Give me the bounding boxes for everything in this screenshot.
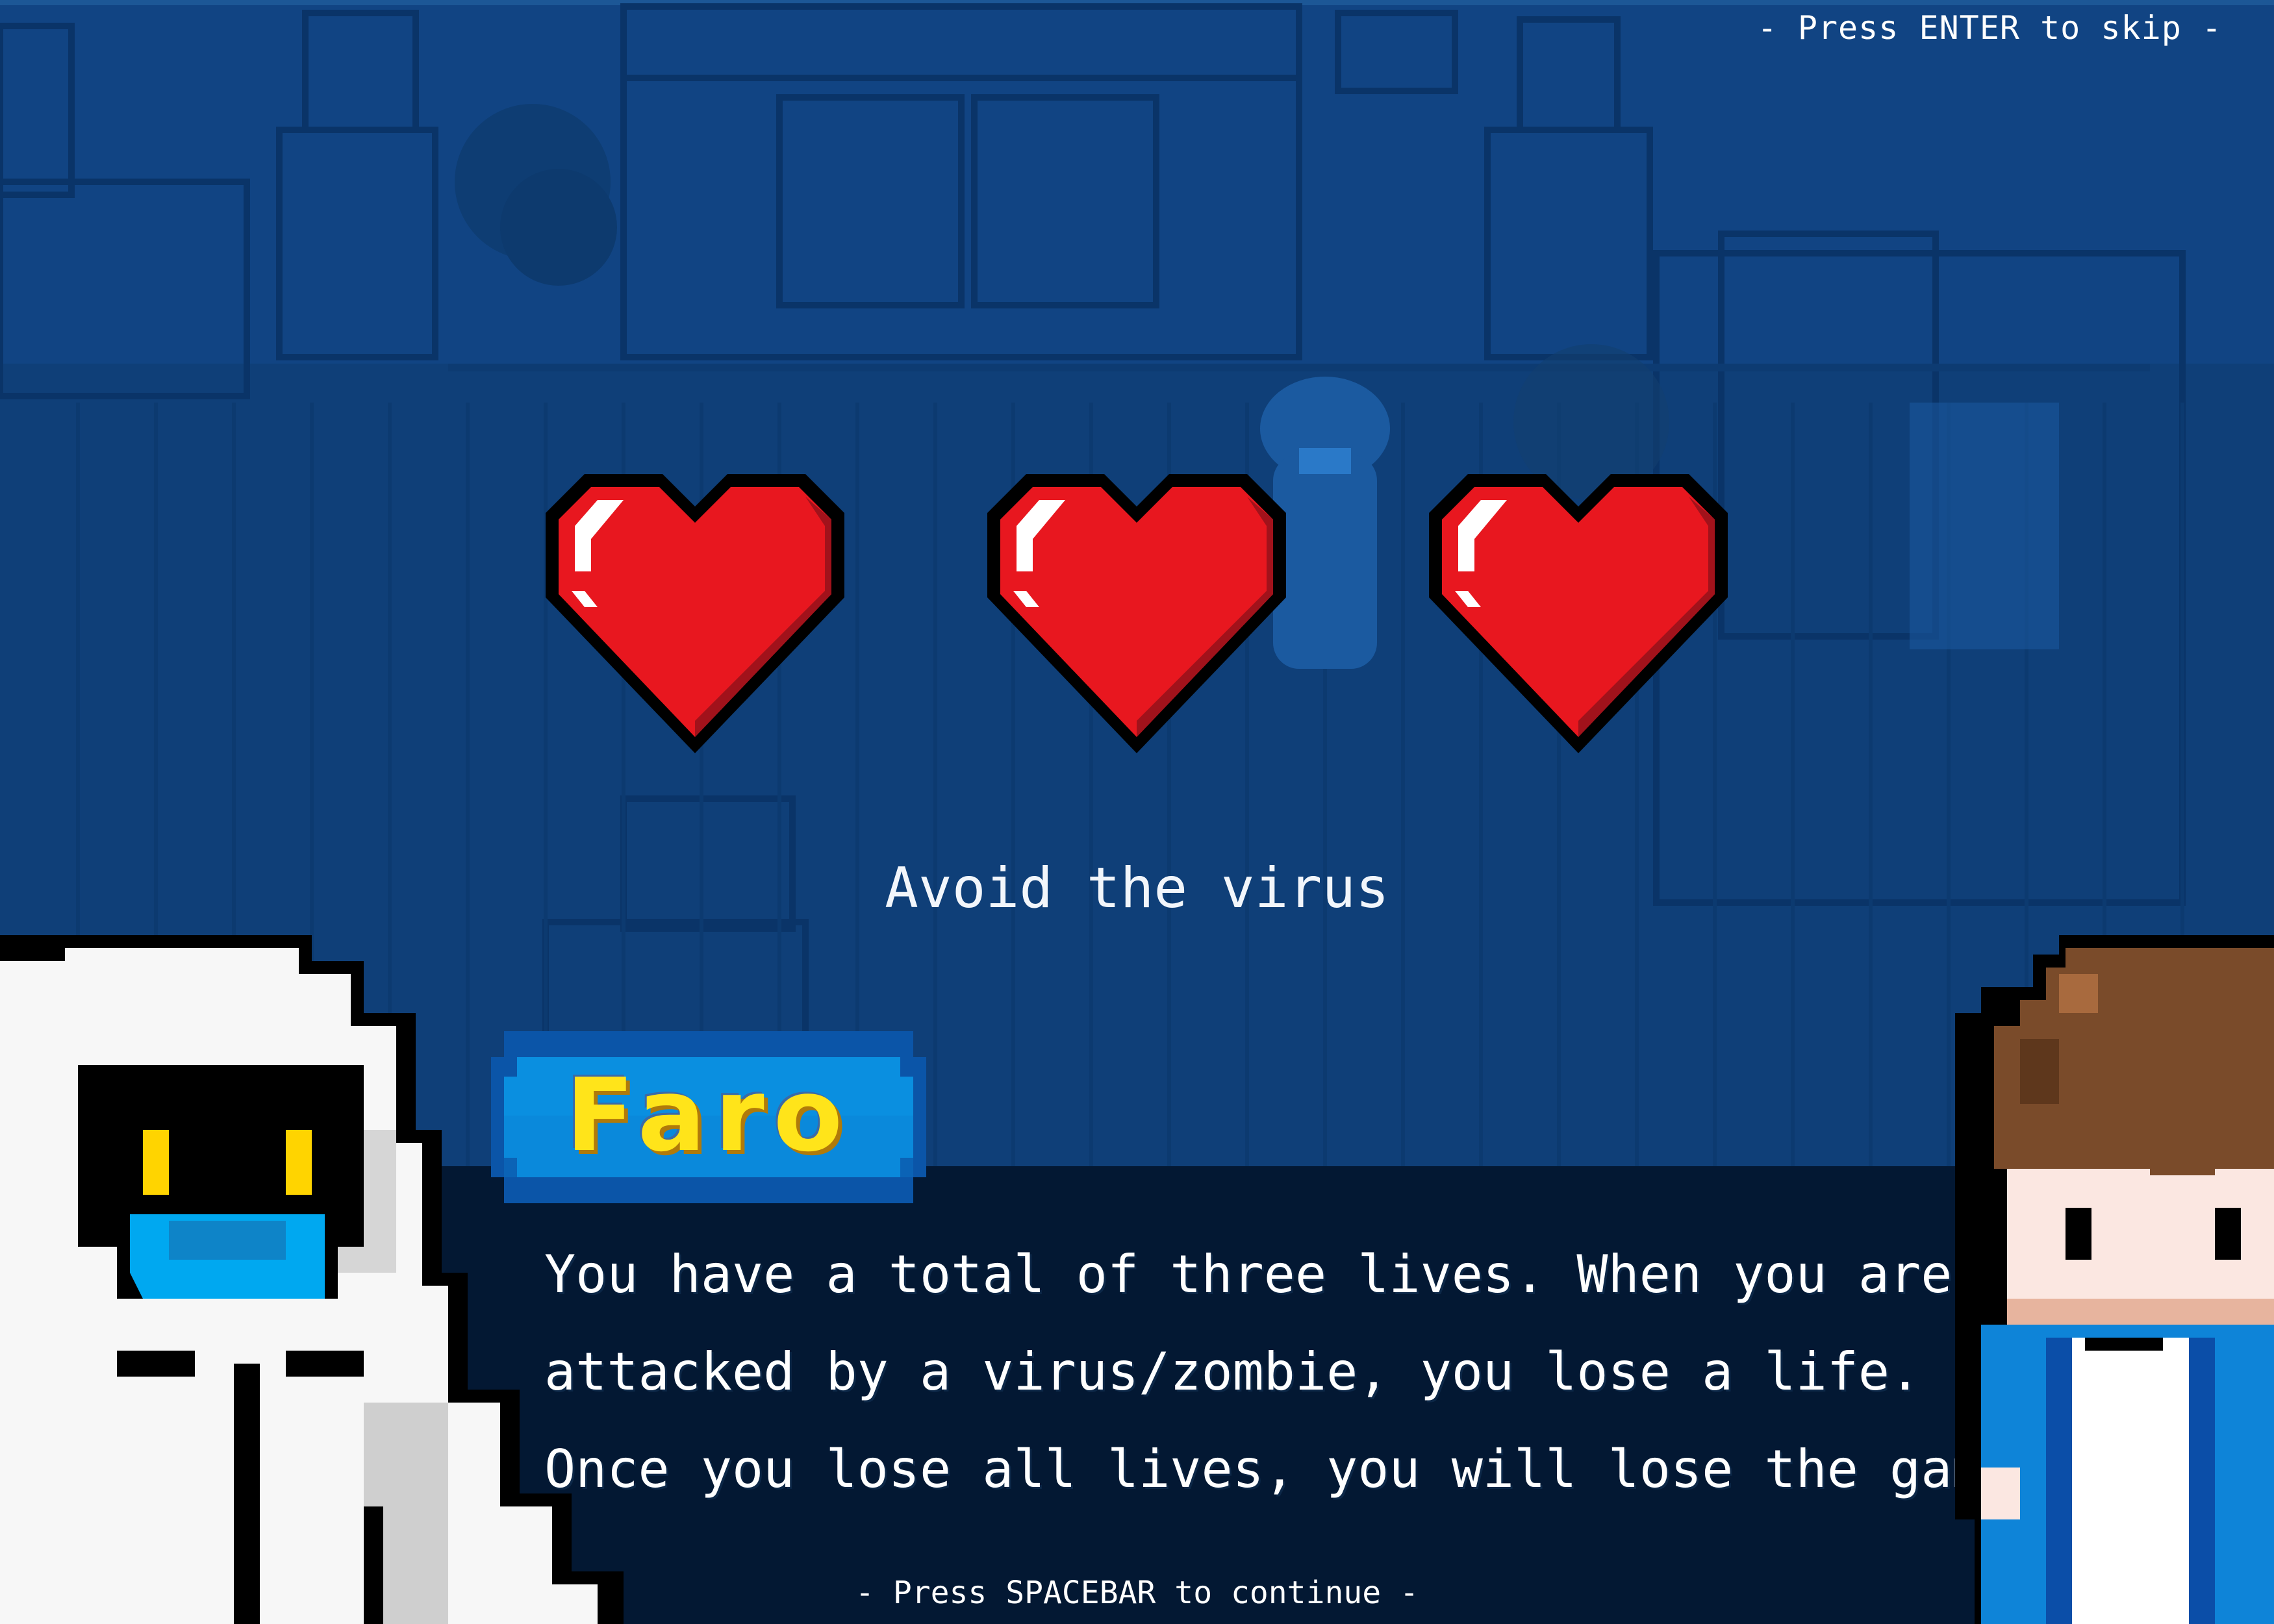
lives-display bbox=[520, 448, 1754, 773]
objective-hint: Avoid the virus bbox=[885, 856, 1389, 921]
game-scene: - Press ENTER to skip - Avoid the virus … bbox=[0, 0, 2274, 1624]
heart-icon bbox=[1403, 448, 1754, 773]
skip-hint: - Press ENTER to skip - bbox=[1757, 9, 2222, 47]
heart-icon bbox=[961, 448, 1312, 773]
dialog-line: You have a total of three lives. When yo… bbox=[544, 1244, 1952, 1305]
dialog-line: Once you lose all lives, you will lose t… bbox=[544, 1439, 2046, 1499]
boy-character-portrait bbox=[1955, 935, 2274, 1624]
hazmat-character-portrait bbox=[0, 935, 624, 1624]
dialog-line: attacked by a virus/zombie, you lose a l… bbox=[544, 1342, 1921, 1402]
heart-icon bbox=[520, 448, 870, 773]
dialog-text: You have a total of three lives. When yo… bbox=[544, 1239, 2046, 1531]
